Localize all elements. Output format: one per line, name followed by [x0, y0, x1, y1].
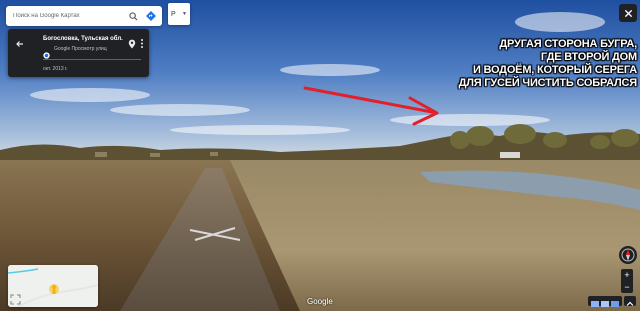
- zoom-in-button[interactable]: +: [621, 269, 633, 281]
- street-view-icon: [43, 46, 50, 59]
- compass-icon: [621, 248, 635, 262]
- annotation-line: ГДЕ ВТОРОЙ ДОМ: [540, 51, 637, 63]
- pin-icon[interactable]: [128, 36, 136, 49]
- annotation-line: ДЛЯ ГУСЕЙ ЧИСТИТЬ СОБРАЛСЯ: [458, 77, 638, 89]
- location-title: Богословка, Тульская обл.: [43, 36, 123, 42]
- search-box[interactable]: [6, 6, 162, 26]
- more-icon[interactable]: [140, 36, 144, 48]
- back-arrow-icon[interactable]: [15, 36, 25, 47]
- location-source: Google Просмотр улиц: [54, 46, 107, 52]
- mini-map[interactable]: [8, 265, 98, 307]
- chevron-down-icon: ▼: [182, 11, 187, 17]
- location-card: Богословка, Тульская обл. Google Просмот…: [8, 29, 149, 77]
- close-button[interactable]: [619, 4, 637, 22]
- annotation-line: ДРУГАЯ СТОРОНА БУГРА,: [499, 38, 637, 50]
- layer-toggle-button[interactable]: Р ▼: [168, 3, 190, 25]
- zoom-control: + −: [621, 269, 633, 293]
- pegman-icon[interactable]: [49, 284, 59, 294]
- layer-toggle-label: Р: [171, 10, 176, 18]
- search-icon[interactable]: [126, 9, 140, 23]
- capture-date[interactable]: окт. 2013 г.: [43, 66, 68, 72]
- card-divider: [43, 59, 141, 60]
- up-chevron-icon: [626, 301, 634, 306]
- zoom-out-button[interactable]: −: [621, 281, 633, 293]
- photo-thumbnails[interactable]: [588, 296, 622, 307]
- compass-control[interactable]: [619, 246, 637, 264]
- expand-button[interactable]: [624, 296, 636, 306]
- search-input[interactable]: [13, 13, 123, 19]
- directions-icon[interactable]: [144, 9, 158, 23]
- close-icon: [624, 9, 632, 17]
- annotation-line: И ВОДОЁМ, КОТОРЫЙ СЕРЕГА: [472, 64, 637, 76]
- google-logo: Google: [307, 297, 333, 306]
- annotation-text: ДРУГАЯ СТОРОНА БУГРА, ГДЕ ВТОРОЙ ДОМ И В…: [400, 38, 638, 90]
